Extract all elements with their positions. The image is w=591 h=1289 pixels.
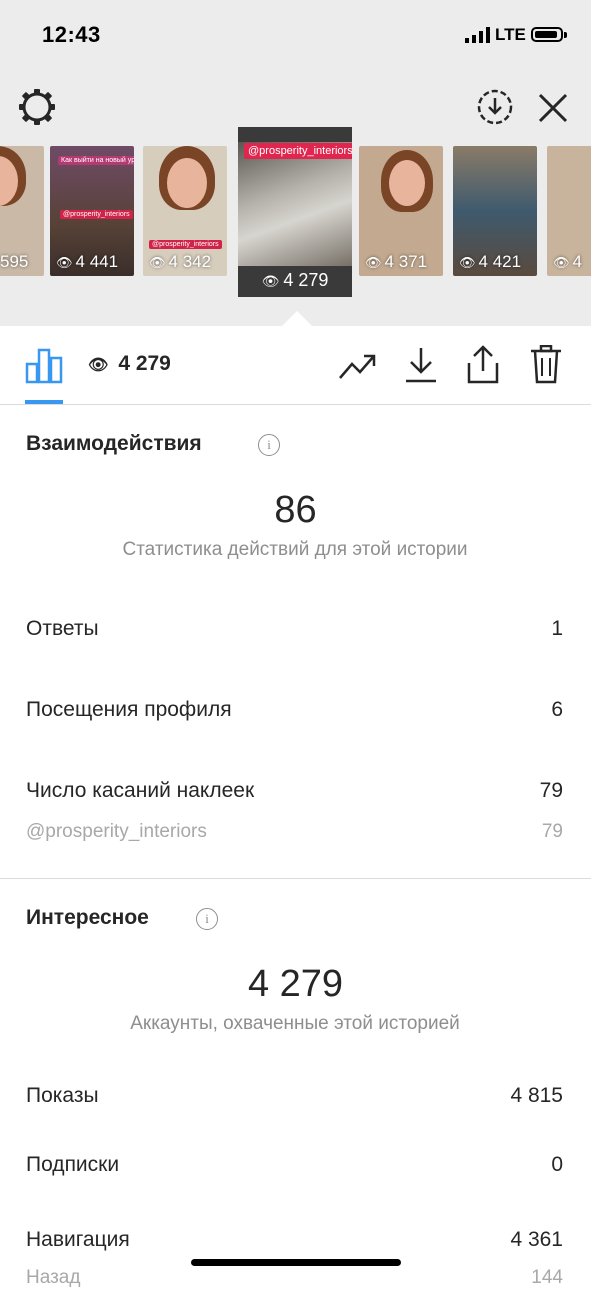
story-photo <box>238 142 352 266</box>
eye-icon: 👁 <box>553 255 570 270</box>
back-label: Назад <box>26 1267 81 1288</box>
insights-tab-icon[interactable] <box>25 348 63 384</box>
story-thumbnail[interactable]: .... 595 <box>0 146 44 276</box>
sticker-taps-label: Число касаний наклеек <box>26 779 255 802</box>
home-indicator[interactable] <box>191 1259 401 1266</box>
interactions-title: Взаимодействия <box>26 432 202 455</box>
sticker-mention-label: @prosperity_interiors <box>26 821 207 842</box>
eye-icon: 👁 <box>149 255 166 270</box>
thumbnail-views: 595 <box>0 252 29 271</box>
profile-visits-value: 6 <box>551 698 563 721</box>
eye-icon: 👁 <box>459 255 476 270</box>
eye-icon: 👁 <box>56 255 73 270</box>
selected-story-tag: @prosperity_interiors <box>244 143 352 159</box>
profile-visits-label: Посещения профиля <box>26 698 232 721</box>
story-thumbnail[interactable]: @prosperity_interiors 👁 4 342 <box>143 146 227 276</box>
thumbnail-tag: @prosperity_interiors <box>149 240 222 249</box>
trending-icon[interactable] <box>338 350 378 382</box>
sticker-mention-value: 79 <box>541 821 563 842</box>
share-icon[interactable] <box>466 345 500 385</box>
selected-story-views: 4 279 <box>283 270 329 290</box>
thumbnail-views: 4 371 <box>384 252 428 271</box>
back-value: 144 <box>531 1267 563 1288</box>
replies-label: Ответы <box>26 617 99 640</box>
follows-label: Подписки <box>26 1153 120 1176</box>
navigation-value: 4 361 <box>510 1228 563 1251</box>
thumbnail-views: 4 342 <box>168 252 212 271</box>
story-thumbnail[interactable]: 👁 4 371 <box>359 146 443 276</box>
views-value: 4 279 <box>118 352 171 375</box>
story-thumbnail[interactable]: 👁 4 421 <box>453 146 537 276</box>
download-icon[interactable] <box>404 346 438 384</box>
follows-value: 0 <box>551 1153 563 1176</box>
eye-icon: 👁 <box>261 273 280 289</box>
views-counter: 👁 4 279 <box>88 352 171 376</box>
story-viewer-header: 12:43 LTE 595 Как выйти на новый ур @pro… <box>0 0 591 327</box>
eye-icon: 👁 <box>88 357 109 374</box>
impressions-label: Показы <box>26 1084 99 1107</box>
thumbnail-views: 4 441 <box>75 252 119 271</box>
trash-icon[interactable] <box>529 345 563 385</box>
selection-pointer <box>281 311 313 327</box>
discovery-caption: Аккаунты, охваченные этой историей <box>130 1013 460 1034</box>
sticker-taps-value: 79 <box>539 779 563 802</box>
thumbnail-views: 4 421 <box>478 252 522 271</box>
interactions-total: 86 <box>274 489 317 531</box>
story-action-bar: 👁 4 279 <box>0 326 591 405</box>
story-thumbnail-strip[interactable]: .... 595 Как выйти на новый уровень @pro… <box>0 0 591 326</box>
thumbnail-views: 4 <box>572 252 582 271</box>
navigation-label: Навигация <box>26 1228 130 1251</box>
discovery-title: Интересное <box>26 906 149 929</box>
active-tab-indicator <box>25 400 63 404</box>
story-thumbnail[interactable]: 👁 4 <box>547 146 591 276</box>
selected-story-thumbnail[interactable]: @prosperity_interiors 👁 4 279 <box>238 127 352 297</box>
impressions-value: 4 815 <box>510 1084 563 1107</box>
interactions-caption: Статистика действий для этой истории <box>122 539 468 560</box>
eye-icon: 👁 <box>365 255 382 270</box>
section-divider <box>0 878 591 879</box>
thumbnail-tag: @prosperity_interiors <box>60 210 133 219</box>
discovery-total: 4 279 <box>247 963 344 1005</box>
info-icon[interactable]: i <box>196 908 218 930</box>
replies-value: 1 <box>551 617 563 640</box>
info-icon[interactable]: i <box>258 434 280 456</box>
story-thumbnail[interactable]: Как выйти на новый уровень @prosperity_i… <box>50 146 134 276</box>
